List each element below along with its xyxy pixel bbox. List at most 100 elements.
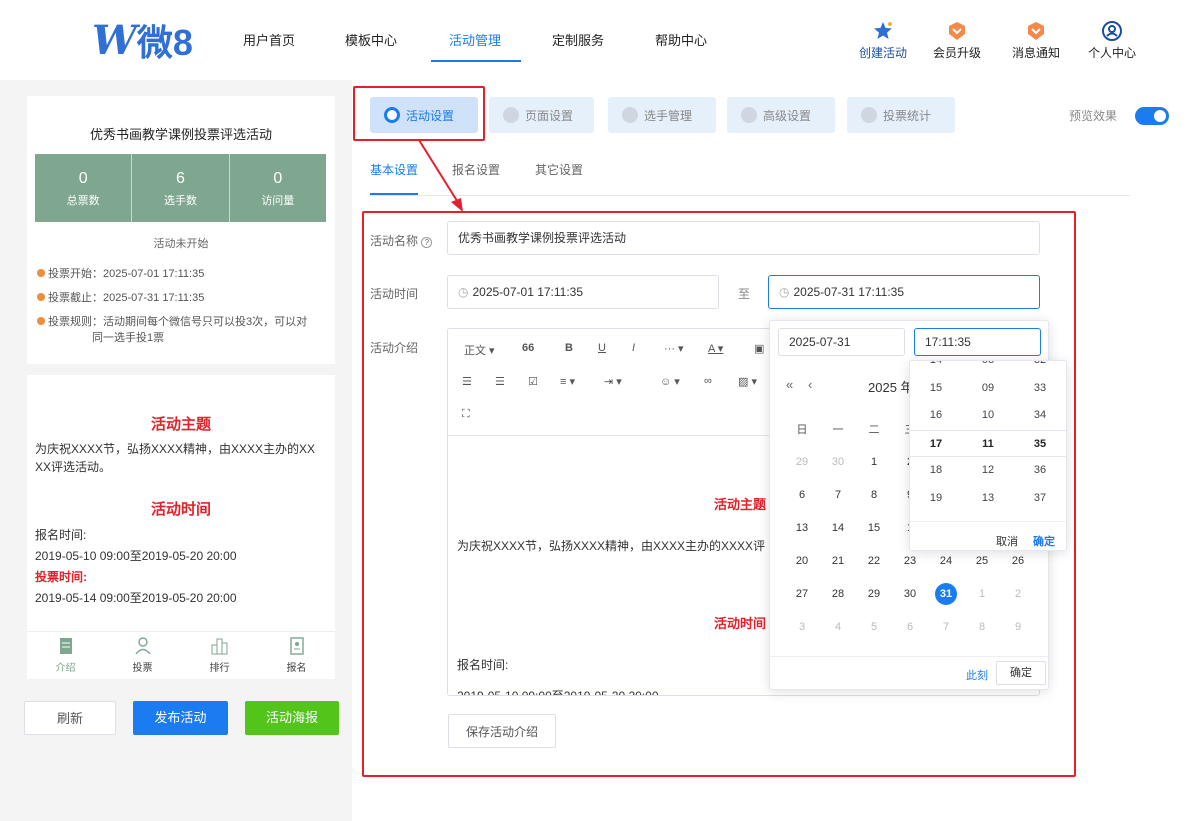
time-option[interactable]: 09 — [962, 375, 1014, 403]
calendar-day[interactable]: 26 — [1000, 555, 1036, 567]
calendar-day[interactable]: 29 — [856, 588, 892, 600]
align-dropdown[interactable]: ≡ ▾ — [560, 375, 575, 388]
now-button[interactable]: 此刻 — [966, 667, 988, 683]
calendar-day[interactable]: 24 — [928, 555, 964, 567]
time-option[interactable]: 08 — [962, 361, 1014, 375]
calendar-day[interactable]: 27 — [784, 588, 820, 600]
create-activity-link[interactable]: 创建活动 — [853, 20, 913, 61]
time-option[interactable]: 16 — [910, 402, 962, 430]
calendar-day[interactable]: 30 — [892, 588, 928, 600]
calendar-day-selected[interactable]: 31 — [928, 582, 964, 605]
subtab-other-settings[interactable]: 其它设置 — [535, 161, 583, 178]
calendar-day[interactable]: 6 — [892, 621, 928, 633]
calendar-day[interactable]: 6 — [784, 489, 820, 501]
calendar-day[interactable]: 1 — [964, 588, 1000, 600]
image-dropdown[interactable]: ▨ ▾ — [738, 375, 757, 388]
time-option[interactable]: 33 — [1014, 375, 1066, 403]
calendar-day[interactable]: 2 — [1000, 588, 1036, 600]
calendar-day[interactable]: 8 — [856, 489, 892, 501]
hour-column[interactable]: 14 15 16 17 18 19 — [910, 361, 962, 513]
calendar-day[interactable]: 1 — [856, 456, 892, 468]
save-intro-button[interactable]: 保存活动介绍 — [448, 714, 556, 748]
numbered-list-icon[interactable]: ☰ — [495, 375, 505, 388]
time-option[interactable]: 34 — [1014, 402, 1066, 430]
time-option[interactable]: 14 — [910, 361, 962, 375]
calendar-day[interactable]: 20 — [784, 555, 820, 567]
picker-time-input[interactable]: 17:11:35 — [914, 328, 1041, 356]
publish-activity-button[interactable]: 发布活动 — [133, 701, 228, 735]
time-cancel-button[interactable]: 取消 — [996, 533, 1018, 549]
calendar-day[interactable]: 3 — [784, 621, 820, 633]
nav-user-home[interactable]: 用户首页 — [243, 30, 295, 49]
fullscreen-icon[interactable]: ⛶ — [462, 408, 470, 421]
time-option[interactable]: 15 — [910, 375, 962, 403]
time-option[interactable]: 10 — [962, 402, 1014, 430]
nav-help-center[interactable]: 帮助中心 — [655, 30, 707, 49]
underline-icon[interactable]: U — [598, 342, 606, 354]
time-option[interactable]: 19 — [910, 485, 962, 513]
paragraph-dropdown[interactable]: 正文 ▾ — [464, 342, 495, 358]
bullet-list-icon[interactable]: ☰ — [462, 375, 472, 388]
time-option[interactable]: 36 — [1014, 457, 1066, 485]
activity-poster-button[interactable]: 活动海报 — [245, 701, 339, 735]
tab-vote[interactable]: 投票 — [104, 632, 181, 679]
time-option[interactable]: 13 — [962, 485, 1014, 513]
tab-vote-statistics[interactable]: 投票统计 — [847, 97, 955, 133]
member-upgrade-link[interactable]: 会员升级 — [927, 20, 987, 61]
personal-center-link[interactable]: 个人中心 — [1082, 20, 1142, 61]
calendar-day[interactable]: 5 — [856, 621, 892, 633]
tab-intro[interactable]: 介绍 — [27, 632, 104, 679]
calendar-day[interactable]: 25 — [964, 555, 1000, 567]
refresh-button[interactable]: 刷新 — [24, 701, 116, 735]
second-column[interactable]: 32 33 34 35 36 37 — [1014, 361, 1066, 513]
more-dropdown[interactable]: ··· ▾ — [664, 342, 684, 355]
time-confirm-button[interactable]: 确定 — [1033, 533, 1055, 549]
calendar-day[interactable]: 15 — [856, 522, 892, 534]
nav-template-center[interactable]: 模板中心 — [345, 30, 397, 49]
time-option[interactable]: 12 — [962, 457, 1014, 485]
start-time-input[interactable]: ◷ 2025-07-01 17:11:35 — [447, 275, 719, 309]
bg-color-icon[interactable]: ▣ — [754, 342, 764, 355]
nav-custom-service[interactable]: 定制服务 — [552, 30, 604, 49]
calendar-day[interactable]: 8 — [964, 621, 1000, 633]
tab-signup[interactable]: 报名 — [258, 632, 335, 679]
messages-link[interactable]: 消息通知 — [1006, 20, 1066, 61]
font-color-dropdown[interactable]: A ▾ — [708, 342, 723, 355]
calendar-day[interactable]: 9 — [1000, 621, 1036, 633]
bold-icon[interactable]: B — [565, 342, 573, 354]
indent-dropdown[interactable]: ⇥ ▾ — [604, 375, 622, 388]
tab-contestant-management[interactable]: 选手管理 — [608, 97, 716, 133]
tab-page-settings[interactable]: 页面设置 — [489, 97, 594, 133]
prev-year-icon[interactable]: « — [786, 377, 793, 392]
calendar-day[interactable]: 28 — [820, 588, 856, 600]
calendar-day[interactable]: 23 — [892, 555, 928, 567]
calendar-day[interactable]: 30 — [820, 456, 856, 468]
italic-icon[interactable]: I — [632, 342, 635, 354]
calendar-day[interactable]: 29 — [784, 456, 820, 468]
calendar-day[interactable]: 7 — [820, 489, 856, 501]
emoji-dropdown[interactable]: ☺ ▾ — [660, 375, 680, 388]
tab-ranking[interactable]: 排行 — [181, 632, 258, 679]
time-option[interactable]: 35 — [1014, 429, 1066, 457]
link-icon[interactable]: ∞ — [704, 375, 712, 387]
activity-name-input[interactable]: 优秀书画教学课例投票评选活动 — [447, 221, 1040, 255]
end-time-input[interactable]: ◷ 2025-07-31 17:11:35 — [768, 275, 1040, 309]
time-option[interactable]: 17 — [910, 429, 962, 457]
picker-confirm-button[interactable]: 确定 — [996, 661, 1046, 685]
time-option[interactable]: 11 — [962, 429, 1014, 457]
calendar-day[interactable]: 4 — [820, 621, 856, 633]
minute-column[interactable]: 08 09 10 11 12 13 — [962, 361, 1014, 513]
calendar-day[interactable]: 14 — [820, 522, 856, 534]
brand-logo[interactable]: W 微8 — [92, 17, 193, 64]
calendar-day[interactable]: 7 — [928, 621, 964, 633]
time-option[interactable]: 32 — [1014, 361, 1066, 375]
subtab-basic-settings[interactable]: 基本设置 — [370, 161, 418, 178]
calendar-day[interactable]: 13 — [784, 522, 820, 534]
time-option[interactable]: 37 — [1014, 485, 1066, 513]
todo-icon[interactable]: ☑ — [528, 375, 538, 388]
calendar-day[interactable]: 22 — [856, 555, 892, 567]
quote-icon[interactable]: 66 — [522, 342, 534, 354]
nav-activity-management[interactable]: 活动管理 — [449, 30, 501, 49]
picker-date-input[interactable]: 2025-07-31 — [778, 328, 905, 356]
tab-advanced-settings[interactable]: 高级设置 — [727, 97, 835, 133]
